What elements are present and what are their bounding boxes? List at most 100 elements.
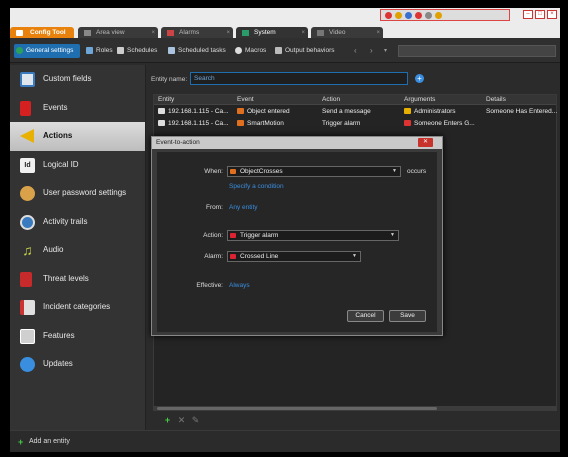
bottom-bar: + Add an entity — [10, 430, 560, 452]
event-icon — [237, 120, 244, 126]
save-button[interactable]: Save — [389, 310, 426, 322]
horizontal-scrollbar[interactable] — [153, 406, 557, 411]
chevron-down-icon: ▼ — [390, 232, 395, 238]
toolbar-scheduled-tasks[interactable]: Scheduled tasks — [166, 44, 226, 58]
add-icon[interactable]: + — [163, 416, 172, 425]
user-icon[interactable] — [435, 11, 442, 19]
column-event[interactable]: Event — [237, 96, 254, 103]
macros-icon — [235, 47, 242, 54]
event-to-action-dialog: Event-to-action ✕ When: ObjectCrosses ▼ … — [151, 136, 443, 336]
record-icon[interactable] — [385, 11, 392, 19]
event-icon — [237, 108, 244, 114]
sidebar: Custom fields Events Actions Id Logical … — [10, 65, 146, 430]
dialog-title: Event-to-action — [152, 137, 442, 149]
sidebar-item-updates[interactable]: Updates — [10, 350, 145, 379]
scheduled-tasks-icon — [168, 47, 175, 54]
area-view-icon — [84, 30, 91, 36]
when-select[interactable]: ObjectCrosses ▼ — [227, 166, 401, 177]
output-behaviors-icon — [275, 47, 282, 54]
when-label: When: — [204, 168, 223, 175]
add-entity-button[interactable]: + Add an entity — [18, 437, 70, 447]
alarm-icon — [404, 120, 411, 126]
custom-fields-icon — [20, 72, 35, 87]
sidebar-item-logical-id[interactable]: Id Logical ID — [10, 151, 145, 180]
alarm-icon — [230, 233, 236, 238]
close-icon[interactable]: × — [547, 10, 557, 19]
table-row[interactable]: 192.168.1.115 - Ca... SmartMotion Trigge… — [154, 118, 556, 130]
users-icon — [404, 108, 411, 114]
toolbar-output-behaviors[interactable]: Output behaviors — [273, 44, 335, 58]
entity-search-input[interactable]: Search — [190, 72, 408, 85]
music-note-icon: ♫ — [22, 242, 33, 258]
toolbar-roles[interactable]: Roles — [84, 44, 113, 58]
general-settings-icon — [16, 47, 23, 54]
alarm-label: Alarm: — [204, 253, 223, 260]
add-filter-icon[interactable]: + — [415, 74, 424, 83]
camera-icon — [158, 108, 165, 114]
alert-icon[interactable] — [415, 11, 422, 19]
column-details[interactable]: Details — [486, 96, 506, 103]
sidebar-item-actions[interactable]: Actions — [10, 122, 145, 151]
video-icon — [317, 30, 324, 36]
threat-flag-icon — [20, 271, 32, 287]
cancel-button[interactable]: Cancel — [347, 310, 384, 322]
chevron-down-icon: ▼ — [392, 168, 397, 174]
edit-icon[interactable]: ✎ — [191, 416, 200, 425]
alarm-icon — [230, 254, 236, 259]
specify-condition-link[interactable]: Specify a condition — [229, 183, 284, 190]
sidebar-item-activity-trails[interactable]: Activity trails — [10, 208, 145, 237]
minimize-icon[interactable]: – — [523, 10, 533, 19]
megaphone-icon — [20, 129, 34, 143]
dialog-body: When: ObjectCrosses ▼ occurs Specify a c… — [157, 152, 437, 332]
notification-icon[interactable] — [405, 11, 412, 19]
effective-link[interactable]: Always — [229, 282, 250, 289]
forward-arrow-icon[interactable]: › — [370, 46, 373, 55]
toolbar-general-settings[interactable]: General settings — [14, 44, 80, 58]
column-arguments[interactable]: Arguments — [404, 96, 435, 103]
license-icon — [20, 328, 35, 344]
occurs-text: occurs — [407, 168, 427, 175]
incident-icon — [20, 300, 35, 315]
system-toolbar: General settings Roles Schedules Schedul… — [10, 38, 560, 63]
tab-bar: – □ × Config Tool Area view × Alarms × S… — [10, 8, 560, 39]
history-dropdown-icon[interactable]: ▾ — [384, 47, 387, 54]
from-label: From: — [206, 204, 223, 211]
dialog-close-button[interactable]: ✕ — [418, 138, 433, 147]
event-icon — [230, 169, 236, 174]
column-entity[interactable]: Entity — [158, 96, 174, 103]
alarm-icon — [167, 30, 174, 36]
sidebar-item-custom-fields[interactable]: Custom fields — [10, 65, 145, 94]
delete-icon[interactable]: ✕ — [177, 416, 186, 425]
sidebar-item-features[interactable]: Features — [10, 322, 145, 351]
action-select[interactable]: Trigger alarm ▼ — [227, 230, 399, 241]
maximize-icon[interactable]: □ — [535, 10, 545, 19]
back-arrow-icon[interactable]: ‹ — [354, 46, 357, 55]
scrollbar-thumb[interactable] — [157, 407, 437, 410]
sidebar-item-audio[interactable]: ♫ Audio — [10, 236, 145, 265]
sidebar-item-incident-categories[interactable]: Incident categories — [10, 293, 145, 322]
window-controls: – □ × — [523, 10, 557, 20]
table-row[interactable]: 192.168.1.115 - Ca... Object entered Sen… — [154, 106, 557, 118]
global-search-input[interactable] — [398, 45, 556, 57]
app-window: – □ × Config Tool Area view × Alarms × S… — [10, 8, 560, 452]
sidebar-item-threat-levels[interactable]: Threat levels — [10, 265, 145, 294]
action-label: Action: — [203, 232, 223, 239]
flag-icon — [20, 100, 31, 116]
toolbar-schedules[interactable]: Schedules — [115, 44, 157, 58]
column-action[interactable]: Action — [322, 96, 340, 103]
health-icon[interactable] — [425, 11, 432, 19]
system-icon — [242, 30, 249, 36]
warning-icon[interactable] — [395, 11, 402, 19]
roles-icon — [86, 47, 93, 54]
sidebar-item-user-password-settings[interactable]: User password settings — [10, 179, 145, 208]
add-icon: + — [18, 437, 24, 447]
clock-icon — [20, 214, 35, 230]
schedules-icon — [117, 47, 124, 54]
cloud-download-icon — [20, 357, 35, 372]
system-tray — [380, 9, 510, 21]
id-icon: Id — [20, 157, 35, 173]
sidebar-item-events[interactable]: Events — [10, 94, 145, 123]
toolbar-macros[interactable]: Macros — [233, 44, 266, 58]
alarm-select[interactable]: Crossed Line ▼ — [227, 251, 361, 262]
from-entity-link[interactable]: Any entity — [229, 204, 258, 211]
